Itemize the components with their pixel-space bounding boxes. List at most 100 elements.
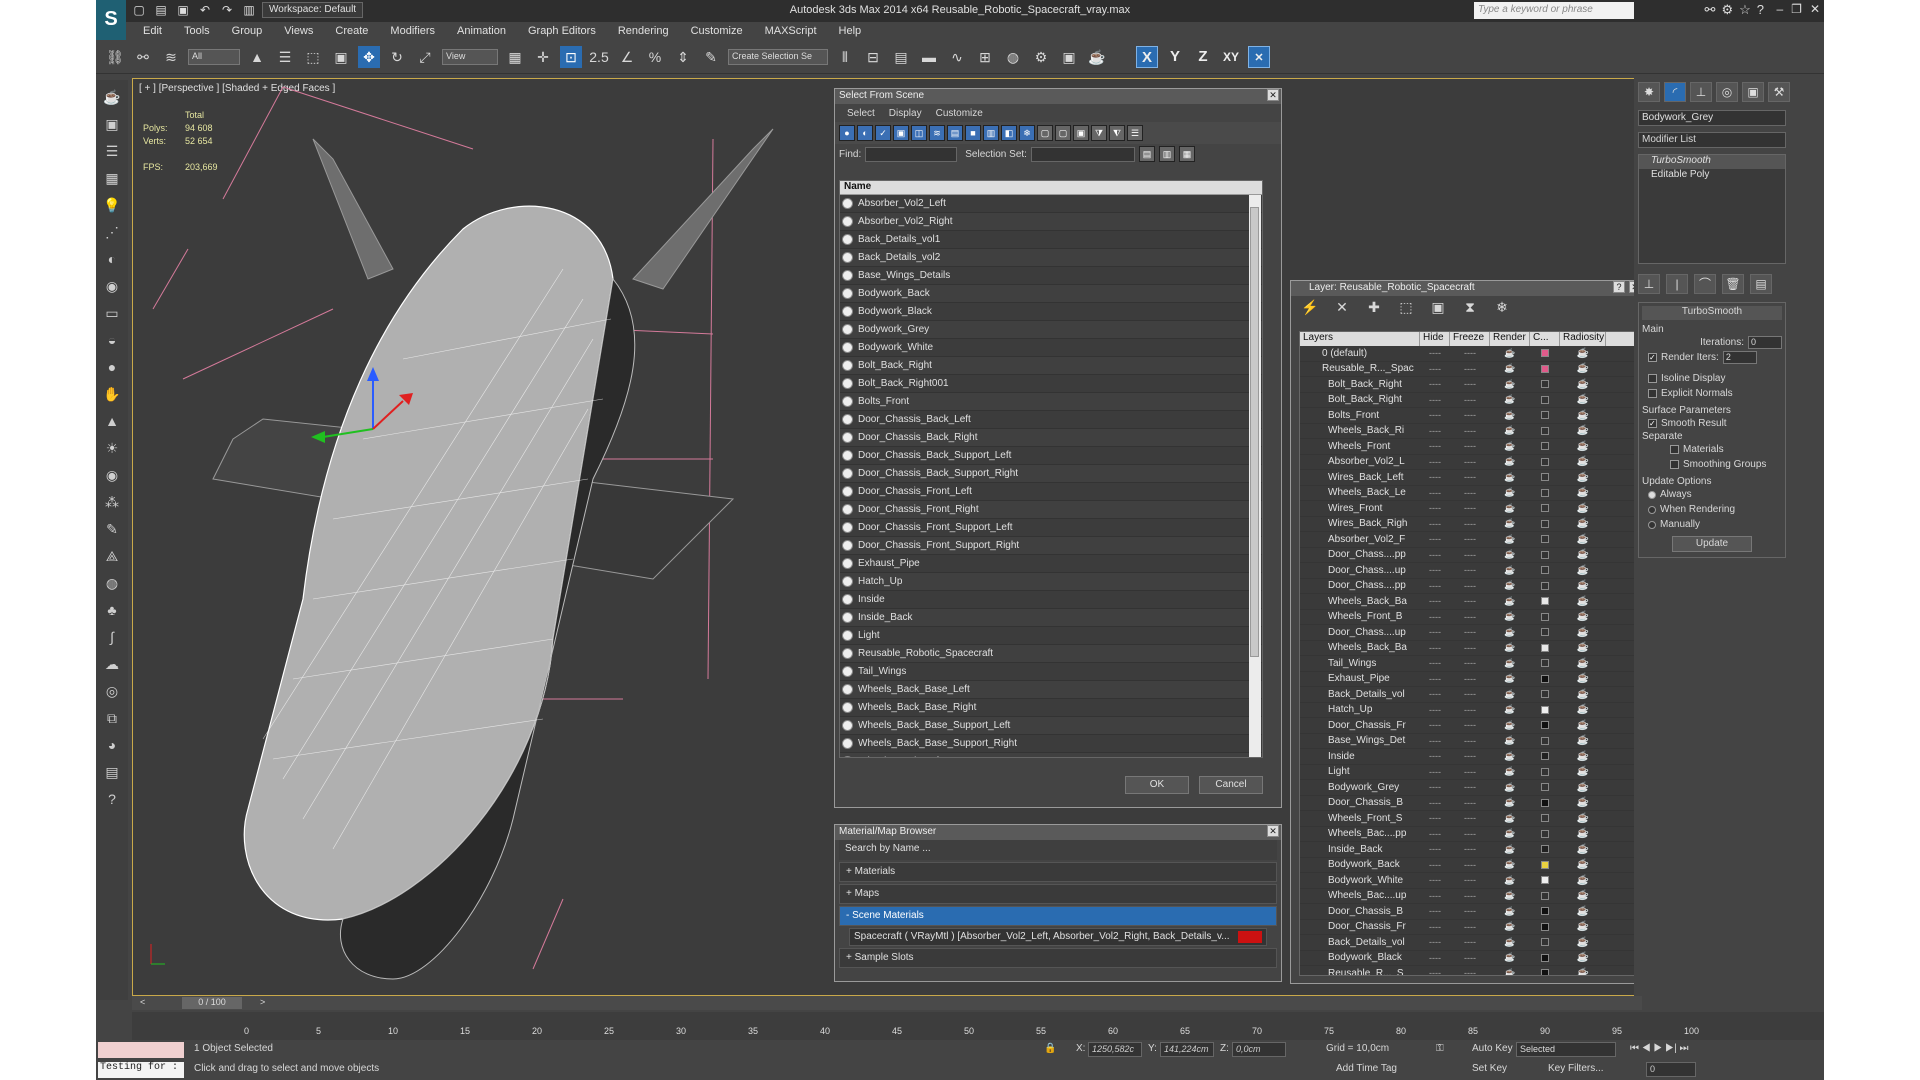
layer-hide-toggle[interactable]: ----: [1420, 968, 1450, 975]
show-end-result-icon[interactable]: |: [1666, 274, 1688, 294]
layer-color-cell[interactable]: [1530, 922, 1560, 931]
object-list-item[interactable]: Door_Chassis_Back_Support_Left: [840, 447, 1262, 465]
delete-layer-icon[interactable]: ✕: [1331, 296, 1353, 318]
display-none-icon[interactable]: ▢: [1055, 125, 1071, 141]
material-browser-close-icon[interactable]: ✕: [1267, 825, 1279, 837]
spinner-snap-icon[interactable]: ⇕: [672, 46, 694, 68]
object-list-scrollbar[interactable]: [1249, 195, 1261, 757]
layer-row[interactable]: Door_Chassis_B ---- ---- ☕ ☕: [1300, 904, 1634, 920]
layer-row[interactable]: Door_Chass....up ---- ---- ☕ ☕: [1300, 563, 1634, 579]
display-spacewarps-icon[interactable]: ≋: [929, 125, 945, 141]
camera-icon[interactable]: ◐: [101, 248, 123, 270]
object-list-item[interactable]: Base_Wings_Details: [840, 267, 1262, 285]
bind-spacewarp-icon[interactable]: ≋: [160, 46, 182, 68]
layer-render-teapot-icon[interactable]: ☕: [1490, 627, 1530, 638]
object-list-item[interactable]: Wheels_Back_Base_Support_Left: [840, 717, 1262, 735]
scrollbar-thumb[interactable]: [1250, 207, 1259, 657]
layer-color-cell[interactable]: [1530, 597, 1560, 606]
shape-icon[interactable]: ⋰: [101, 221, 123, 243]
layer-radiosity-icon[interactable]: ☕: [1560, 968, 1606, 975]
col-radiosity[interactable]: Radiosity: [1560, 332, 1606, 346]
layer-hide-toggle[interactable]: ----: [1420, 395, 1450, 405]
layer-name[interactable]: Wheels_Bac....up: [1300, 890, 1420, 901]
layer-freeze-toggle[interactable]: ----: [1450, 968, 1490, 975]
track-bar[interactable]: 0 5 10 15 20 25 30 35 40 45 50 55 60 65 70 75 80 85 90 95 10…: [132, 1012, 1824, 1040]
menu-help[interactable]: Help: [828, 25, 873, 37]
layer-hide-toggle[interactable]: ----: [1420, 612, 1450, 622]
fur-icon[interactable]: ☁: [101, 653, 123, 675]
select-scale-icon[interactable]: ⤢: [414, 46, 436, 68]
layer-color-cell[interactable]: [1530, 504, 1560, 513]
object-list-item[interactable]: Bolt_Back_Right001: [840, 375, 1262, 393]
layer-render-teapot-icon[interactable]: ☕: [1490, 549, 1530, 560]
layer-freeze-toggle[interactable]: ----: [1450, 503, 1490, 513]
layer-render-teapot-icon[interactable]: ☕: [1490, 875, 1530, 886]
layer-radiosity-icon[interactable]: ☕: [1560, 642, 1606, 653]
layer-render-teapot-icon[interactable]: ☕: [1490, 565, 1530, 576]
graphite-ribbon-icon[interactable]: ▬: [918, 46, 940, 68]
select-all-icon[interactable]: ▤: [1138, 146, 1155, 162]
layer-row[interactable]: Back_Details_vol ---- ---- ☕ ☕: [1300, 935, 1634, 951]
layer-name[interactable]: Door_Chass....up: [1300, 627, 1420, 638]
layer-color-cell[interactable]: [1530, 736, 1560, 745]
layer-manager-icon[interactable]: ▤: [890, 46, 912, 68]
key-filters-button[interactable]: Key Filters...: [1548, 1063, 1604, 1074]
layer-hide-toggle[interactable]: ----: [1420, 565, 1450, 575]
layer-radiosity-icon[interactable]: ☕: [1560, 704, 1606, 715]
layer-hide-toggle[interactable]: ----: [1420, 720, 1450, 730]
layer-render-teapot-icon[interactable]: ☕: [1490, 828, 1530, 839]
layer-row[interactable]: Absorber_Vol2_L ---- ---- ☕ ☕: [1300, 455, 1634, 470]
layer-row[interactable]: Wires_Back_Righ ---- ---- ☕ ☕: [1300, 517, 1634, 532]
smooth-result-checkbox[interactable]: ✓: [1648, 419, 1657, 428]
layer-color-cell[interactable]: [1530, 349, 1560, 358]
object-list-item[interactable]: Exhaust_Pipe: [840, 555, 1262, 573]
layer-color-cell[interactable]: [1530, 519, 1560, 528]
layer-row[interactable]: Door_Chassis_Fr ---- ---- ☕ ☕: [1300, 718, 1634, 734]
layer-radiosity-icon[interactable]: ☕: [1560, 425, 1606, 436]
layer-row[interactable]: Back_Details_vol ---- ---- ☕ ☕: [1300, 687, 1634, 703]
x-coordinate-field[interactable]: 1250,582c: [1088, 1042, 1142, 1057]
group-scene-materials[interactable]: - Scene Materials: [839, 906, 1277, 926]
app-logo[interactable]: S: [96, 0, 126, 40]
helper-icon[interactable]: ⟁: [101, 545, 123, 567]
layer-radiosity-icon[interactable]: ☕: [1560, 394, 1606, 405]
layer-name[interactable]: Wheels_Front: [1300, 441, 1420, 452]
layer-hide-toggle[interactable]: ----: [1420, 581, 1450, 591]
object-list-item[interactable]: Door_Chassis_Front_Left: [840, 483, 1262, 501]
layer-hide-toggle[interactable]: ----: [1420, 689, 1450, 699]
layer-color-cell[interactable]: [1530, 938, 1560, 947]
layer-name[interactable]: Bodywork_Back: [1300, 859, 1420, 870]
layer-color-cell[interactable]: [1530, 426, 1560, 435]
layer-render-teapot-icon[interactable]: ☕: [1490, 363, 1530, 374]
layer-row[interactable]: Absorber_Vol2_F ---- ---- ☕ ☕: [1300, 532, 1634, 548]
layer-name[interactable]: Inside_Back: [1300, 844, 1420, 855]
layer-hide-toggle[interactable]: ----: [1420, 550, 1450, 560]
layer-hide-toggle[interactable]: ----: [1420, 891, 1450, 901]
favorites-icon[interactable]: ☆: [1739, 2, 1751, 18]
create-layer-icon[interactable]: ⚡: [1299, 296, 1321, 318]
layer-render-teapot-icon[interactable]: ☕: [1490, 379, 1530, 390]
schematic-view-icon[interactable]: ⊞: [974, 46, 996, 68]
orb-icon[interactable]: ◉: [101, 464, 123, 486]
layer-freeze-toggle[interactable]: ----: [1450, 488, 1490, 498]
layer-freeze-toggle[interactable]: ----: [1450, 813, 1490, 823]
menu-create[interactable]: Create: [324, 25, 379, 37]
layer-radiosity-icon[interactable]: ☕: [1560, 410, 1606, 421]
key-mode-dropdown[interactable]: Selected: [1516, 1042, 1616, 1057]
layer-hide-toggle[interactable]: ----: [1420, 705, 1450, 715]
layer-help-icon[interactable]: ?: [1613, 281, 1625, 293]
layer-radiosity-icon[interactable]: ☕: [1560, 828, 1606, 839]
layer-color-cell[interactable]: [1530, 845, 1560, 854]
object-list-item[interactable]: Light: [840, 627, 1262, 645]
display-helpers-icon[interactable]: ◫: [911, 125, 927, 141]
menu-tools[interactable]: Tools: [173, 25, 221, 37]
layer-row[interactable]: Bolt_Back_Right ---- ---- ☕ ☕: [1300, 377, 1634, 393]
layer-name[interactable]: Door_Chassis_B: [1300, 906, 1420, 917]
axis-xy-button[interactable]: XY: [1220, 46, 1242, 68]
layer-name[interactable]: Absorber_Vol2_L: [1300, 456, 1420, 467]
filter-options-icon[interactable]: ⧨: [1109, 125, 1125, 141]
create-tab-icon[interactable]: ✸: [1638, 82, 1660, 102]
configure-sets-icon[interactable]: ▤: [1750, 274, 1772, 294]
layer-render-teapot-icon[interactable]: ☕: [1490, 503, 1530, 514]
box-icon[interactable]: ▣: [101, 113, 123, 135]
